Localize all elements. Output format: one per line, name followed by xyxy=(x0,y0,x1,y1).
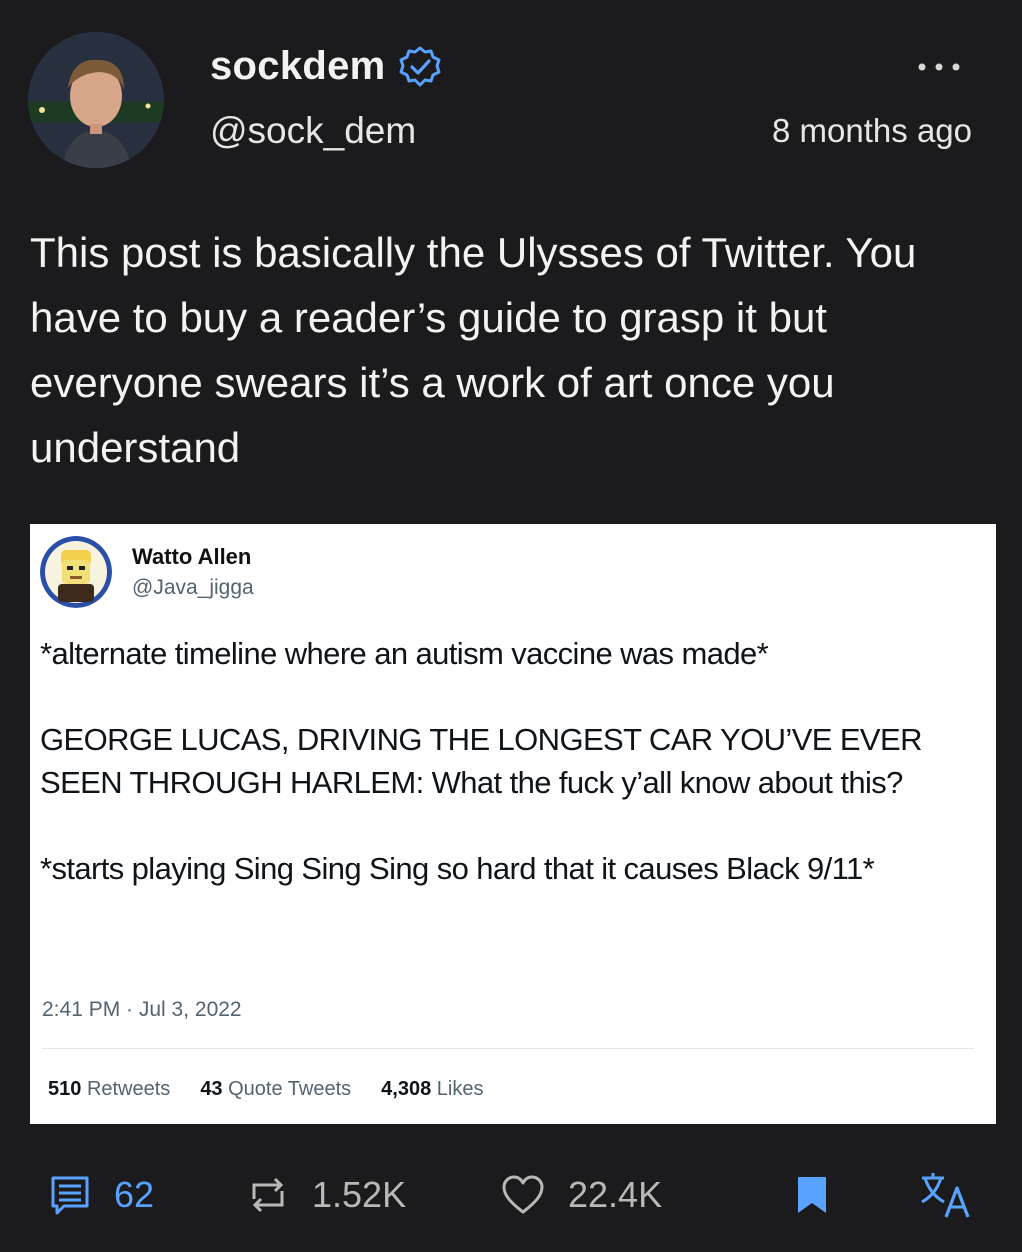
embedded-retweets-label: Retweets xyxy=(86,1078,171,1100)
like-count: 22.4K xyxy=(568,1174,663,1215)
bookmark-icon xyxy=(798,1177,826,1213)
post-action-bar: 62 1.52K 22.4K xyxy=(0,1160,1022,1230)
embedded-retweets-count: 510 xyxy=(48,1078,82,1100)
embedded-tweet-date: 2:41 PM · Jul 3, 2022 xyxy=(42,998,242,1021)
author-handle[interactable]: @sock_dem xyxy=(210,110,416,152)
heart-icon xyxy=(502,1175,544,1214)
embedded-divider xyxy=(42,1048,974,1049)
bookmark-button[interactable] xyxy=(794,1160,830,1230)
embedded-quotes-count: 43 xyxy=(200,1078,223,1100)
like-button[interactable]: 22.4K xyxy=(500,1160,662,1230)
author-display-name[interactable]: sockdem xyxy=(210,44,386,89)
reply-icon xyxy=(51,1176,89,1215)
embedded-likes-stat: 4,308 Likes xyxy=(381,1078,483,1101)
post-container: sockdem @sock_dem 8 months ago This post… xyxy=(0,0,1022,1252)
author-name-row: sockdem xyxy=(210,44,442,89)
reply-count: 62 xyxy=(114,1174,155,1215)
translate-icon xyxy=(921,1173,970,1218)
embedded-quotes-label: Quote Tweets xyxy=(228,1078,352,1100)
post-timestamp: 8 months ago xyxy=(772,112,972,149)
embedded-author-name: Watto Allen xyxy=(132,544,252,569)
embedded-author-avatar xyxy=(40,536,112,608)
embedded-retweets-stat: 510 Retweets xyxy=(48,1078,170,1101)
embedded-likes-count: 4,308 xyxy=(381,1078,432,1100)
repost-icon xyxy=(252,1177,284,1213)
translate-button[interactable] xyxy=(918,1160,974,1230)
embedded-paragraph: *starts playing Sing Sing Sing so hard t… xyxy=(40,851,875,886)
embedded-tweet-text: *alternate timeline where an autism vacc… xyxy=(40,632,980,933)
post-text: This post is basically the Ulysses of Tw… xyxy=(30,229,928,471)
embedded-author-handle: @Java_jigga xyxy=(132,576,254,599)
verified-badge-icon xyxy=(398,45,442,89)
reply-button[interactable]: 62 xyxy=(48,1160,154,1230)
embedded-paragraph: *alternate timeline where an autism vacc… xyxy=(40,636,769,671)
embedded-quotes-stat: 43 Quote Tweets xyxy=(200,1078,351,1101)
repost-button[interactable]: 1.52K xyxy=(246,1160,406,1230)
embedded-likes-label: Likes xyxy=(436,1078,484,1100)
repost-count: 1.52K xyxy=(312,1174,407,1215)
author-avatar[interactable] xyxy=(28,32,164,168)
more-options-icon[interactable] xyxy=(914,52,964,82)
embedded-tweet-image[interactable]: Watto Allen @Java_jigga *alternate timel… xyxy=(30,524,996,1124)
embedded-paragraph: GEORGE LUCAS, DRIVING THE LONGEST CAR YO… xyxy=(40,722,922,800)
embedded-tweet-stats: 510 Retweets 43 Quote Tweets 4,308 Likes xyxy=(48,1078,484,1101)
